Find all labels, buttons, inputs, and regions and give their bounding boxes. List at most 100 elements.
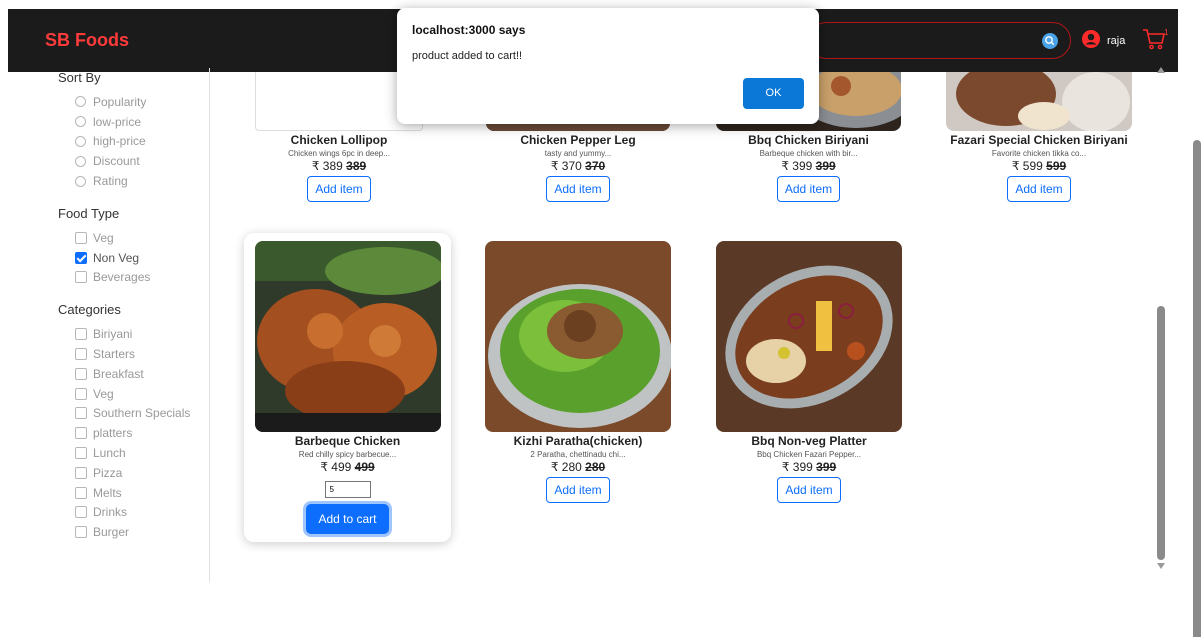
categories-title: Categories (58, 302, 121, 318)
radio-button[interactable] (75, 135, 86, 147)
scroll-up-arrow-icon[interactable] (1156, 66, 1166, 74)
quantity-input[interactable] (324, 481, 371, 498)
sort-option-popularity[interactable]: Popularity (58, 92, 209, 112)
checkbox[interactable] (75, 328, 87, 341)
product-image[interactable] (485, 241, 671, 432)
user-name[interactable]: raja (1107, 35, 1125, 47)
add-item-button[interactable]: Add item (776, 176, 841, 202)
product-name[interactable]: Fazari Special Chicken Biriyani (946, 133, 1132, 148)
product-old-price: 499 (354, 460, 375, 474)
search-input[interactable] (808, 22, 1071, 59)
add-item-button[interactable]: Add item (546, 477, 610, 503)
checkbox-checked[interactable] (75, 251, 87, 264)
cart-count-badge: 1 (1164, 28, 1169, 37)
dialog-ok-button[interactable]: OK (743, 78, 804, 109)
category-veg[interactable]: Veg (58, 384, 209, 404)
checkbox[interactable] (75, 447, 87, 460)
sort-by-title: Sort By (58, 70, 101, 85)
category-biriyani[interactable]: Biriyani (58, 324, 209, 344)
product-price: ₹ 389 389 (311, 159, 367, 173)
scrollbar-thumb[interactable] (1157, 306, 1165, 560)
product-info: Barbeque Chicken Red chilly spicy barbec… (244, 432, 451, 534)
food-type-title: Food Type (58, 205, 120, 221)
checkbox[interactable] (75, 427, 87, 440)
product-price: ₹ 599 599 (1011, 159, 1067, 173)
product-image[interactable] (255, 241, 441, 432)
category-lunch[interactable]: Lunch (58, 443, 209, 463)
window-scrollbar-thumb[interactable] (1193, 140, 1201, 637)
add-item-button[interactable]: Add item (1007, 176, 1071, 202)
content-scrollbar[interactable] (1155, 66, 1167, 576)
user-icon[interactable] (1081, 29, 1101, 49)
food-type-non-veg[interactable]: Non Veg (58, 248, 209, 268)
product-old-price: 370 (585, 159, 606, 173)
category-platters[interactable]: platters (58, 423, 209, 443)
scroll-down-arrow-icon[interactable] (1156, 562, 1166, 570)
category-drinks[interactable]: Drinks (58, 503, 209, 523)
product-price: ₹ 399 399 (781, 159, 836, 173)
checkbox[interactable] (75, 387, 87, 400)
sort-option-low-price[interactable]: low-price (58, 112, 209, 132)
product-name[interactable]: Bbq Non-veg Platter (716, 434, 902, 449)
product-image[interactable] (716, 241, 902, 432)
category-southern-specials[interactable]: Southern Specials (58, 404, 209, 424)
product-card: Fazari Special Chicken Biriyani Favorite… (946, 72, 1132, 202)
product-name[interactable]: Chicken Pepper Leg (486, 133, 670, 148)
product-description: Bbq Chicken Fazari Pepper... (756, 450, 862, 459)
checkbox[interactable] (75, 271, 87, 284)
product-price: ₹ 370 370 (550, 159, 606, 173)
sort-option-discount[interactable]: Discount (58, 151, 209, 171)
product-price: ₹ 499 499 (320, 460, 375, 474)
page: SB Foods raja 1 Sort By Popularity low-p… (0, 0, 1203, 637)
radio-button[interactable] (75, 155, 86, 167)
product-card: Bbq Non-veg Platter Bbq Chicken Fazari P… (716, 241, 902, 503)
product-price: ₹ 399 399 (781, 460, 837, 474)
category-melts[interactable]: Melts (58, 483, 209, 503)
product-description: Favorite chicken tikka co... (991, 149, 1087, 158)
food-type-veg[interactable]: Veg (58, 228, 209, 248)
checkbox[interactable] (75, 367, 87, 380)
filter-sidebar: Sort By Popularity low-price high-price … (58, 68, 210, 582)
product-old-price: 399 (815, 159, 836, 173)
checkbox[interactable] (75, 348, 87, 361)
product-card-active: Barbeque Chicken Red chilly spicy barbec… (244, 233, 451, 542)
product-image[interactable] (946, 72, 1132, 131)
category-pizza[interactable]: Pizza (58, 463, 209, 483)
checkbox[interactable] (75, 466, 87, 479)
add-item-button[interactable]: Add item (307, 176, 371, 202)
product-old-price: 389 (346, 159, 367, 173)
product-description: tasty and yummy... (544, 149, 612, 158)
sort-option-rating[interactable]: Rating (58, 171, 209, 191)
search-icon[interactable] (1041, 32, 1059, 50)
add-to-cart-button[interactable]: Add to cart (306, 504, 389, 534)
product-old-price: 280 (585, 460, 606, 474)
product-name[interactable]: Chicken Lollipop (255, 133, 423, 148)
brand-logo[interactable]: SB Foods (45, 30, 129, 51)
product-description: 2 Paratha, chettinadu chi... (530, 450, 626, 459)
cart-icon[interactable] (1142, 28, 1166, 50)
product-name[interactable]: Bbq Chicken Biriyani (716, 133, 901, 148)
product-card: Kizhi Paratha(chicken) 2 Paratha, chetti… (485, 241, 671, 503)
food-type-beverages[interactable]: Beverages (58, 268, 209, 288)
product-description: Barbeque chicken with bir... (759, 149, 858, 158)
product-name[interactable]: Barbeque Chicken (244, 434, 451, 449)
add-item-button[interactable]: Add item (546, 176, 610, 202)
add-item-button[interactable]: Add item (777, 477, 841, 503)
checkbox[interactable] (75, 526, 87, 539)
dialog-title: localhost:3000 says (412, 23, 526, 37)
product-description: Red chilly spicy barbecue... (298, 450, 397, 459)
category-breakfast[interactable]: Breakfast (58, 364, 209, 384)
alert-dialog: localhost:3000 says product added to car… (397, 8, 819, 124)
radio-button[interactable] (75, 175, 86, 187)
checkbox[interactable] (75, 407, 87, 420)
checkbox[interactable] (75, 486, 87, 499)
checkbox[interactable] (75, 506, 87, 519)
category-starters[interactable]: Starters (58, 344, 209, 364)
category-burger[interactable]: Burger (58, 522, 209, 542)
product-name[interactable]: Kizhi Paratha(chicken) (485, 434, 671, 449)
sort-option-high-price[interactable]: high-price (58, 132, 209, 152)
checkbox[interactable] (75, 231, 87, 244)
radio-button[interactable] (75, 96, 86, 108)
product-old-price: 399 (816, 460, 837, 474)
radio-button[interactable] (75, 116, 86, 128)
